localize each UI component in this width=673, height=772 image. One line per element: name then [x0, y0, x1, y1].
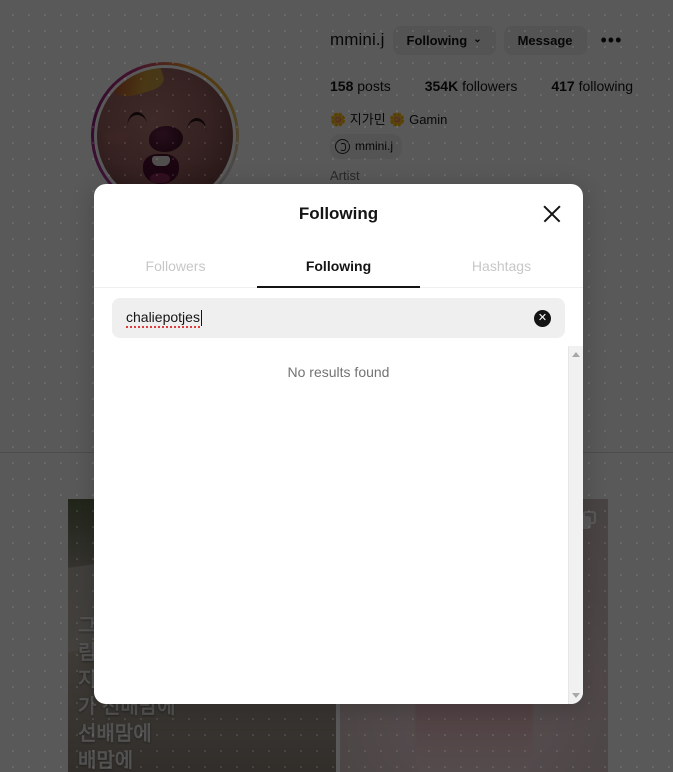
following-modal: Following Followers Following Hashtags c…: [94, 184, 583, 704]
scroll-up-arrow-icon[interactable]: [572, 352, 580, 357]
close-icon[interactable]: [539, 201, 565, 227]
modal-title: Following: [298, 204, 379, 223]
empty-state-message: No results found: [287, 364, 390, 380]
search-input-value: chaliepotjes: [126, 309, 200, 328]
search-area: chaliepotjes ✕: [94, 288, 583, 346]
results-list: No results found: [94, 346, 583, 704]
search-input[interactable]: chaliepotjes ✕: [112, 298, 565, 338]
modal-header: Following: [94, 184, 583, 244]
clear-search-icon[interactable]: ✕: [534, 309, 551, 327]
tab-followers[interactable]: Followers: [94, 244, 257, 287]
scroll-down-arrow-icon[interactable]: [572, 693, 580, 698]
tab-following[interactable]: Following: [257, 244, 420, 288]
text-caret: [200, 310, 202, 326]
modal-tab-bar: Followers Following Hashtags: [94, 244, 583, 288]
screen: mmini.j Following ⌄ Message ••• 158 post…: [0, 0, 673, 772]
tab-hashtags[interactable]: Hashtags: [420, 244, 583, 287]
results-scrollbar[interactable]: [568, 346, 583, 704]
